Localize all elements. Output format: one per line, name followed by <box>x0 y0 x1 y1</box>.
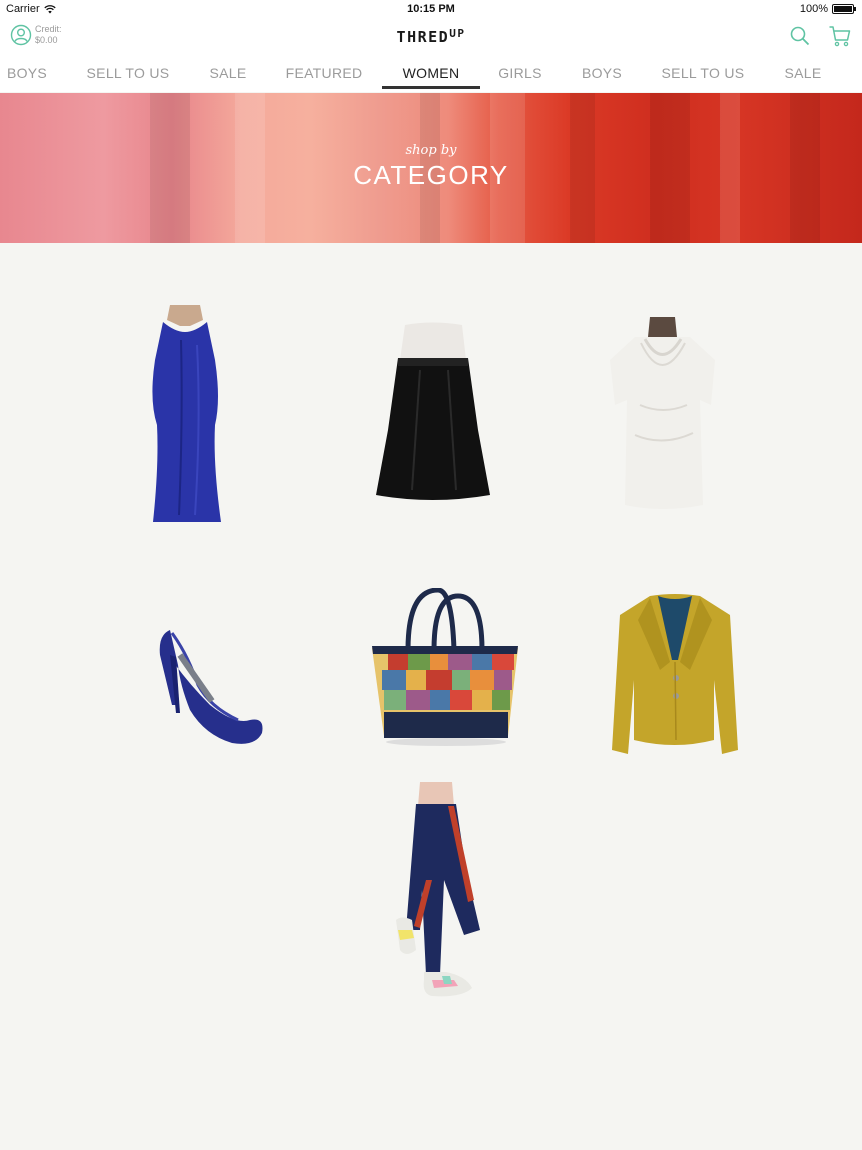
battery-icon <box>832 4 856 14</box>
tab-sale[interactable]: SALE <box>196 65 260 81</box>
leggings-image <box>396 782 480 997</box>
dress-image <box>152 305 221 522</box>
battery-indicator: 100% <box>799 3 856 15</box>
handbag-image <box>372 588 518 746</box>
tab-featured[interactable]: FEATURED <box>276 65 372 81</box>
battery-percent: 100% <box>799 3 828 15</box>
thredup-logo: THREDUP <box>0 27 862 46</box>
logo-main: THRED <box>396 28 450 46</box>
app-header: Credit: $0.00 THREDUP <box>0 20 862 52</box>
active-tab-indicator <box>382 86 480 89</box>
tab-sell-to-us-2[interactable]: SELL TO US <box>653 65 753 81</box>
skirt-image <box>376 322 490 500</box>
category-jackets[interactable] <box>610 590 740 760</box>
tab-sale-2[interactable]: SALE <box>772 65 834 81</box>
category-skirts[interactable] <box>370 320 495 505</box>
shop-by-category-banner: shop by CATEGORY <box>0 93 862 243</box>
tab-sell-to-us[interactable]: SELL TO US <box>78 65 178 81</box>
category-tops[interactable] <box>605 315 720 515</box>
banner-title: CATEGORY <box>353 160 509 190</box>
clock: 10:15 PM <box>407 3 455 15</box>
status-bar: Carrier 10:15 PM 100% <box>0 0 862 20</box>
top-image <box>610 317 715 509</box>
category-handbags[interactable] <box>368 588 523 748</box>
category-dresses[interactable] <box>135 300 235 530</box>
tab-women[interactable]: WOMEN <box>384 65 478 81</box>
shoes-image <box>159 630 263 744</box>
banner-subtitle: shop by <box>405 143 457 158</box>
tab-girls[interactable]: GIRLS <box>490 65 550 81</box>
blazer-image <box>612 594 738 754</box>
category-activewear[interactable] <box>392 780 497 1005</box>
cart-icon[interactable] <box>828 24 852 48</box>
tab-boys-2[interactable]: BOYS <box>570 65 634 81</box>
logo-sup: UP <box>449 27 466 40</box>
tab-boys[interactable]: BOYS <box>0 65 54 81</box>
search-icon[interactable] <box>788 24 812 48</box>
category-shoes[interactable] <box>150 625 270 750</box>
